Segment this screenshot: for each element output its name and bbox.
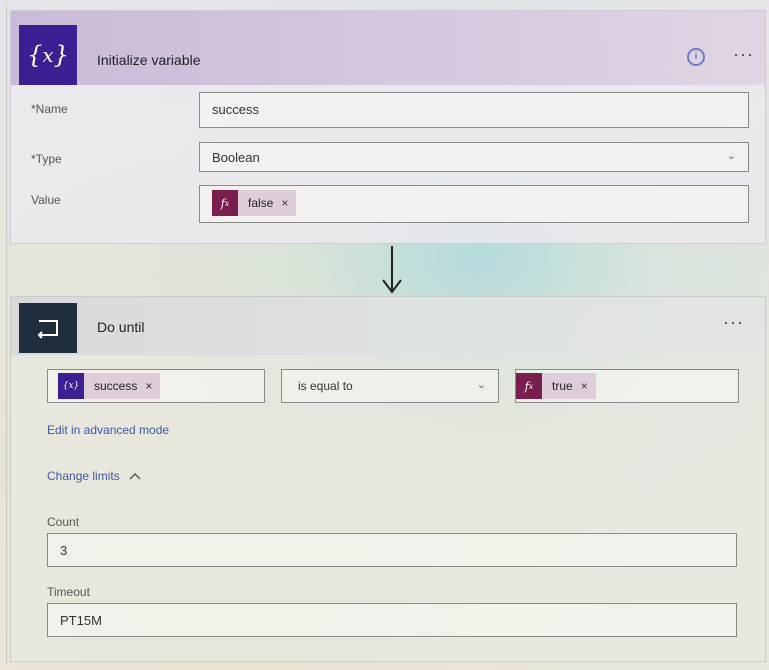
count-field[interactable]: 3 — [47, 533, 737, 567]
token-label: false — [248, 196, 274, 210]
count-label: Count — [47, 515, 80, 529]
count-value: 3 — [60, 543, 68, 558]
token-label: true — [552, 379, 573, 393]
change-limits-toggle[interactable]: Change limits — [47, 469, 142, 483]
type-dropdown[interactable]: Boolean ⌄ — [199, 142, 749, 172]
condition-left-operand[interactable]: {x} success × — [47, 369, 265, 403]
initialize-variable-card: {x} Initialize variable i ··· *Name succ… — [10, 10, 766, 244]
type-label: *Type — [31, 152, 62, 166]
more-options-button[interactable]: ··· — [723, 313, 744, 331]
chevron-down-icon: ⌄ — [726, 150, 736, 162]
condition-right-operand[interactable]: fx true × — [515, 369, 739, 403]
edit-advanced-mode-link[interactable]: Edit in advanced mode — [47, 423, 169, 437]
name-field[interactable]: success — [199, 92, 749, 128]
name-value: success — [212, 102, 259, 117]
loop-icon — [19, 303, 77, 353]
more-options-button[interactable]: ··· — [733, 45, 754, 63]
timeout-field[interactable]: PT15M — [47, 603, 737, 637]
card-title: Do until — [97, 319, 145, 335]
type-value: Boolean — [212, 150, 260, 165]
remove-token-icon[interactable]: × — [145, 379, 152, 393]
remove-token-icon[interactable]: × — [281, 196, 288, 210]
chevron-down-icon: ⌄ — [476, 379, 486, 391]
value-label: Value — [31, 193, 61, 207]
do-until-card: Do until ··· {x} success × is equal to ⌄… — [10, 296, 766, 662]
info-icon[interactable]: i — [687, 48, 705, 66]
token-label: success — [94, 379, 138, 393]
condition-token-true[interactable]: fx true × — [516, 373, 596, 399]
variable-icon: {x} — [19, 25, 77, 85]
variable-icon: {x} — [58, 373, 84, 399]
condition-operator-dropdown[interactable]: is equal to ⌄ — [281, 369, 499, 403]
remove-token-icon[interactable]: × — [581, 379, 588, 393]
fx-icon: fx — [212, 190, 238, 216]
timeout-label: Timeout — [47, 585, 90, 599]
down-arrow-icon — [382, 246, 402, 294]
initialize-variable-header[interactable]: {x} Initialize variable i ··· — [11, 11, 765, 85]
change-limits-label: Change limits — [47, 469, 120, 483]
value-field[interactable]: fx false × — [199, 185, 749, 223]
card-title: Initialize variable — [97, 52, 201, 68]
chevron-up-icon — [129, 472, 141, 480]
fx-icon: fx — [516, 373, 542, 399]
timeout-value: PT15M — [60, 613, 102, 628]
value-token-false[interactable]: fx false × — [212, 190, 297, 216]
operator-value: is equal to — [298, 379, 353, 393]
condition-token-success[interactable]: {x} success × — [58, 373, 161, 399]
name-label: *Name — [31, 102, 68, 116]
do-until-header[interactable]: Do until ··· — [11, 297, 765, 355]
